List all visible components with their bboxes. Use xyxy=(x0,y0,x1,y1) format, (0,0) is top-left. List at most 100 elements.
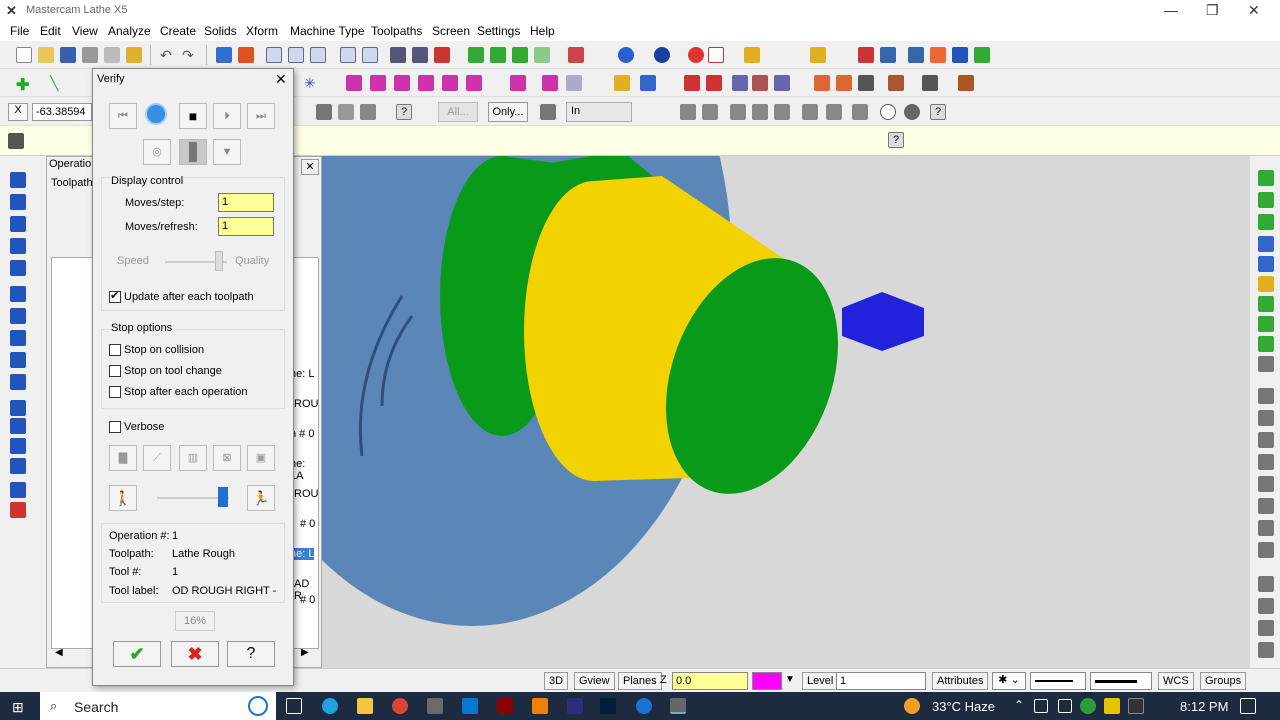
sim-speed-thumb[interactable] xyxy=(218,487,228,507)
ops-row[interactable]: ne: LA xyxy=(290,458,318,482)
select-help-icon[interactable]: ? xyxy=(930,104,946,120)
rt10-icon[interactable] xyxy=(1258,356,1274,372)
moves-step-input[interactable]: 1 xyxy=(218,193,274,212)
mastercam-taskbar-icon[interactable] xyxy=(670,698,686,714)
photoshop-icon[interactable] xyxy=(600,698,616,714)
stop-tool-change-checkbox[interactable] xyxy=(109,365,121,377)
select-chain-icon[interactable] xyxy=(826,104,842,120)
volume-icon[interactable] xyxy=(1058,699,1072,713)
ops-row[interactable]: # 0 xyxy=(300,518,315,530)
slow-walker-icon[interactable]: 🚶 xyxy=(109,485,137,511)
tool-shape-icon[interactable]: ▼ xyxy=(213,139,241,165)
calculator-icon[interactable] xyxy=(427,698,443,714)
trim-icon[interactable] xyxy=(346,75,362,91)
ops-row[interactable]: ROU xyxy=(294,488,318,500)
select-arrow-icon[interactable] xyxy=(680,104,696,120)
wire-icon[interactable] xyxy=(708,47,724,63)
point-entry-icon[interactable] xyxy=(338,104,354,120)
tailstock-icon[interactable] xyxy=(922,75,938,91)
gview-button[interactable]: Gview xyxy=(574,672,615,690)
wifi-icon[interactable] xyxy=(1034,699,1048,713)
line-style-select[interactable] xyxy=(1030,672,1086,690)
fast-forward-button[interactable]: ⏭ xyxy=(247,103,275,129)
point-style-select[interactable]: ✱ ⌄ xyxy=(992,672,1026,690)
moves-refresh-input[interactable]: 1 xyxy=(218,217,274,236)
prompt-help-icon[interactable]: ? xyxy=(888,132,904,148)
clock[interactable]: 8:12 PM xyxy=(1180,699,1228,714)
rt12-icon[interactable] xyxy=(1258,410,1274,426)
menu-file[interactable]: File xyxy=(10,24,29,38)
rt1-icon[interactable] xyxy=(1258,170,1274,186)
update-after-checkbox[interactable] xyxy=(109,289,121,303)
windows-start-icon[interactable]: ⊞ xyxy=(12,699,28,715)
rt22-icon[interactable] xyxy=(1258,642,1274,658)
rt5-icon[interactable] xyxy=(1258,256,1274,272)
menu-solids[interactable]: Solids xyxy=(204,24,237,38)
zoom-target-icon[interactable] xyxy=(340,47,356,63)
taskbar-search-box[interactable]: ⌕ Search xyxy=(40,692,276,720)
fit-icon[interactable] xyxy=(288,47,304,63)
dimension-icon[interactable] xyxy=(640,75,656,91)
select-last-icon[interactable] xyxy=(852,104,868,120)
lathe-op1-icon[interactable] xyxy=(10,172,26,188)
lathe-op4-icon[interactable] xyxy=(10,238,26,254)
verbose-opt5-icon[interactable]: ▣ xyxy=(247,445,275,471)
hierarchy-icon[interactable] xyxy=(908,47,924,63)
notifications-icon[interactable] xyxy=(1240,698,1256,714)
play-button[interactable] xyxy=(143,101,171,127)
rt7-icon[interactable] xyxy=(1258,296,1274,312)
only-button[interactable]: Only... xyxy=(488,102,528,122)
rt2-icon[interactable] xyxy=(1258,192,1274,208)
graphics-viewport[interactable] xyxy=(322,156,1250,668)
help-button[interactable]: ? xyxy=(227,641,275,667)
app-blue-icon[interactable] xyxy=(636,698,652,714)
select-edge-icon[interactable] xyxy=(774,104,790,120)
open-icon[interactable] xyxy=(38,47,54,63)
zoom-in-icon[interactable] xyxy=(310,47,326,63)
join-icon[interactable] xyxy=(442,75,458,91)
verify-close-icon[interactable]: ✕ xyxy=(275,71,287,88)
ops-row[interactable]: # 0 xyxy=(300,594,315,606)
lathe-op11-icon[interactable] xyxy=(10,400,26,416)
lathe-tool2-icon[interactable] xyxy=(836,75,852,91)
ops-icon[interactable] xyxy=(930,47,946,63)
trim3-icon[interactable] xyxy=(394,75,410,91)
attach-icon[interactable] xyxy=(752,75,768,91)
verbose-opt1-icon[interactable]: ▇ xyxy=(109,445,137,471)
planes-button[interactable]: Planes xyxy=(618,672,662,690)
help-link-icon[interactable] xyxy=(858,47,874,63)
rt11-icon[interactable] xyxy=(1258,388,1274,404)
rt13-icon[interactable] xyxy=(1258,432,1274,448)
lathe-op8-icon[interactable] xyxy=(10,330,26,346)
sphere-icon[interactable] xyxy=(654,47,670,63)
select-mode-icon[interactable] xyxy=(540,104,556,120)
menu-analyze[interactable]: Analyze xyxy=(108,24,151,38)
scroll-right-icon[interactable]: ▶ xyxy=(301,647,309,658)
rt21-icon[interactable] xyxy=(1258,620,1274,636)
lamp-icon[interactable] xyxy=(614,75,630,91)
step-forward-button[interactable]: ⏵ xyxy=(213,103,241,129)
view-cube-icon[interactable] xyxy=(568,47,584,63)
menu-create[interactable]: Create xyxy=(160,24,196,38)
undo-icon[interactable]: ↶ xyxy=(160,47,176,63)
lathe-op10-icon[interactable] xyxy=(10,374,26,390)
verbose-opt3-icon[interactable]: ▥ xyxy=(179,445,207,471)
groups-button[interactable]: Groups xyxy=(1200,672,1247,690)
illustrator-icon[interactable] xyxy=(497,698,513,714)
break-icon[interactable] xyxy=(418,75,434,91)
tool-icon[interactable] xyxy=(390,47,406,63)
tray-app2-icon[interactable] xyxy=(1104,698,1120,714)
rt17-icon[interactable] xyxy=(1258,520,1274,536)
holder-display-icon[interactable] xyxy=(179,139,207,165)
rt16-icon[interactable] xyxy=(1258,498,1274,514)
tray-app3-icon[interactable] xyxy=(1128,698,1144,714)
menu-xform[interactable]: Xform xyxy=(246,24,278,38)
ok-button[interactable]: ✔ xyxy=(113,641,161,667)
sigma-icon[interactable] xyxy=(952,47,968,63)
lathe-op7-icon[interactable] xyxy=(10,308,26,324)
lathe-op12-icon[interactable] xyxy=(10,418,26,434)
print-icon[interactable] xyxy=(82,47,98,63)
solid-icon[interactable] xyxy=(774,75,790,91)
lathe-op15-icon[interactable] xyxy=(10,482,26,498)
note-icon[interactable] xyxy=(732,75,748,91)
